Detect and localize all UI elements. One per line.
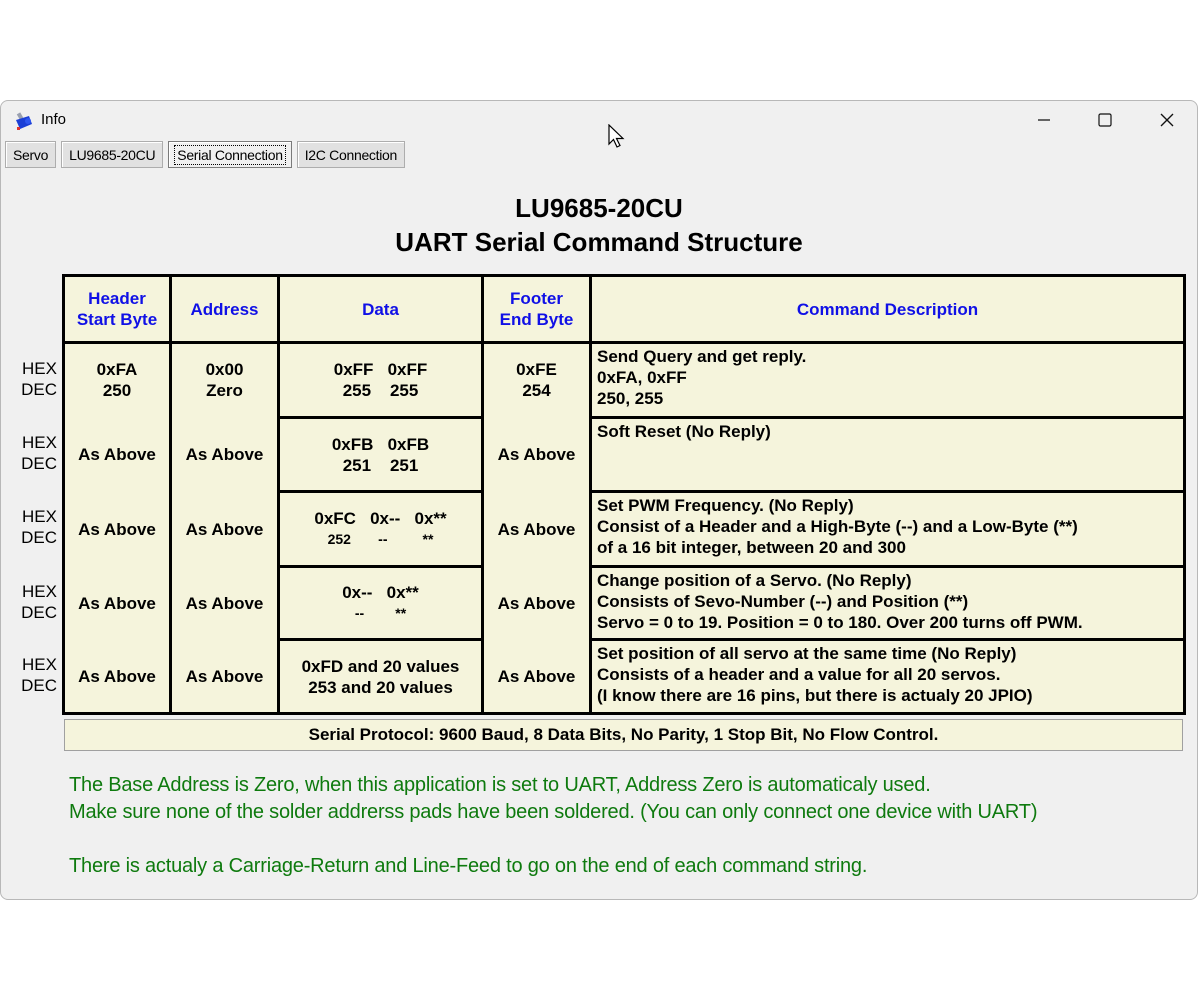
data-cell: 0xFD and 20 values 253 and 20 values [301, 656, 460, 697]
tab-lu9685-20cu[interactable]: LU9685-20CU [61, 141, 164, 168]
row-side-label: HEX DEC [21, 582, 57, 622]
header-as-above: As Above [78, 593, 156, 613]
header-byte-value: 0xFA 250 [96, 360, 138, 400]
close-icon [1160, 113, 1174, 127]
maximize-icon [1098, 113, 1112, 127]
tab-bar: Servo LU9685-20CU Serial Connection I2C … [5, 141, 406, 171]
tab-label: I2C Connection [304, 146, 398, 163]
command-description: Set PWM Frequency. (No Reply) Consist of… [597, 496, 1078, 557]
address-as-above: As Above [185, 593, 264, 613]
column-header-start-byte: Header Start Byte [76, 289, 158, 329]
tab-serial-connection[interactable]: Serial Connection [168, 141, 292, 168]
info-window: Info Servo LU9685-20CU Serial Connection… [0, 100, 1198, 900]
note-solder-pads: Make sure none of the solder addrerss pa… [69, 801, 1038, 823]
footer-as-above: As Above [497, 593, 576, 613]
tab-label: Serial Connection [174, 144, 286, 165]
footer-as-above: As Above [497, 445, 576, 464]
address-as-above: As Above [185, 445, 264, 464]
mouse-cursor-icon [608, 124, 625, 148]
serial-protocol-info: Serial Protocol: 9600 Baud, 8 Data Bits,… [64, 719, 1183, 751]
footer-as-above: As Above [497, 667, 576, 686]
row-side-label: HEX DEC [21, 507, 57, 547]
address-value: 0x00 Zero [205, 360, 244, 400]
note-crlf: There is actualy a Carriage-Return and L… [69, 855, 868, 877]
data-cell: 0xFC 0x-- 0x** 252 -- ** [314, 509, 447, 547]
command-description: Soft Reset (No Reply) [597, 422, 771, 441]
data-cell: 0xFF 0xFF 255 255 [333, 360, 428, 400]
header-as-above: As Above [78, 667, 156, 686]
data-cell: 0x-- 0x** -- ** [342, 583, 419, 621]
maximize-button[interactable] [1075, 101, 1135, 139]
tab-servo[interactable]: Servo [5, 141, 57, 168]
row-side-label: HEX DEC [21, 359, 57, 399]
tab-label: LU9685-20CU [69, 146, 156, 163]
footer-as-above: As Above [497, 519, 576, 539]
header-as-above: As Above [78, 445, 156, 464]
column-header-description: Command Description [796, 299, 979, 319]
minimize-button[interactable] [1014, 101, 1074, 139]
column-header-data: Data [362, 299, 399, 319]
note-base-address: The Base Address is Zero, when this appl… [69, 774, 931, 796]
row-side-label: HEX DEC [21, 655, 57, 695]
address-as-above: As Above [185, 667, 264, 686]
column-header-address: Address [190, 299, 259, 319]
close-button[interactable] [1137, 101, 1197, 139]
servo-app-icon [13, 110, 33, 130]
command-description: Change position of a Servo. (No Reply) C… [597, 571, 1083, 632]
data-cell: 0xFB 0xFB 251 251 [331, 434, 430, 475]
minimize-icon [1038, 119, 1050, 121]
header-as-above: As Above [78, 519, 156, 539]
command-description: Send Query and get reply. 0xFA, 0xFF 250… [597, 347, 807, 408]
row-side-label: HEX DEC [21, 433, 57, 473]
address-as-above: As Above [185, 519, 264, 539]
tab-label: Servo [13, 146, 49, 163]
footer-byte-value: 0xFE 254 [516, 360, 557, 400]
page-subtitle: UART Serial Command Structure [395, 227, 803, 257]
command-table: Header Start Byte Address Data Footer En… [62, 274, 1186, 715]
window-title: Info [41, 111, 67, 128]
tab-i2c-connection[interactable]: I2C Connection [296, 141, 406, 168]
page-title: LU9685-20CU [515, 193, 683, 223]
command-description: Set position of all servo at the same ti… [597, 644, 1033, 705]
column-header-end-byte: Footer End Byte [499, 289, 574, 329]
title-bar[interactable]: Info [1, 101, 1197, 139]
